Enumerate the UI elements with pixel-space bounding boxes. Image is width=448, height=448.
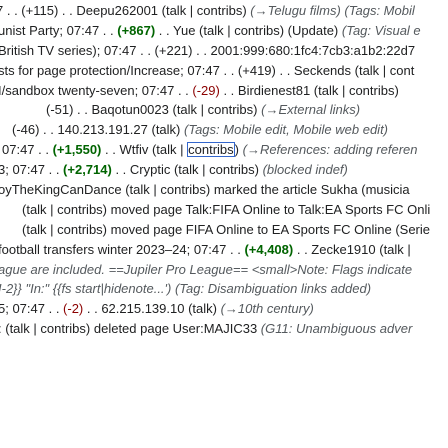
edit-summary: ague are included. ==Jupiler Pro League=… — [0, 261, 413, 277]
user-links[interactable]: (talk | contribs) — [22, 202, 107, 217]
byte-change: (+4,408) — [244, 241, 294, 257]
change-entry: (-51) . . Baqotun0023 (talk | contribs) … — [0, 100, 448, 120]
byte-change: (+1,550) — [52, 142, 102, 158]
entry-text: 5; 07:47 . . — [0, 301, 64, 317]
entry-text: marked the article Sukha (musicia — [210, 182, 410, 198]
entry-text: . . Birdienest81 — [219, 82, 314, 98]
edit-summary: (Tags: Mobile edit, Mobile web edit) — [184, 122, 389, 138]
user-links[interactable]: (talk | contribs) — [199, 23, 284, 38]
entry-text: 3; 07:47 . . — [0, 162, 64, 178]
entry-text: (-51) . . Baqotun0023 — [46, 102, 173, 118]
change-entry: ague are included. ==Jupiler Pro League=… — [0, 260, 448, 280]
entry-text: (-46) . . 140.213.191.27 — [12, 122, 152, 138]
user-links[interactable]: (talk | contribs) — [22, 222, 107, 237]
entry-text: 7 . . — [0, 3, 18, 18]
entry-text: British TV series); 07:47 . . (+221) . .… — [0, 42, 416, 58]
entry-text: unist Party; 07:47 . . — [0, 22, 118, 38]
entry-text: (+115) — [21, 3, 59, 18]
recent-changes-log: 7 . . (+115) . . Deepu262001 (talk | con… — [0, 1, 448, 339]
byte-change: (-29) — [192, 82, 220, 98]
change-entry: football transfers winter 2023–24; 07:47… — [0, 240, 448, 260]
entry-text: (Update) — [284, 22, 342, 38]
byte-change: (-2) — [63, 301, 84, 317]
edit-summary: (Tag: Disambiguation links added) — [171, 281, 372, 297]
entry-text: . . Deepu262001 — [58, 3, 162, 18]
user-links[interactable]: (talk | contribs) — [5, 321, 90, 336]
contribs-link[interactable]: contribs — [187, 142, 235, 158]
entry-text: . . 62.215.139.10 — [83, 301, 189, 317]
user-links[interactable]: (talk | contribs) — [174, 162, 259, 177]
entry-text: moved page Talk:FIFA Online to Talk:EA S… — [107, 201, 431, 217]
user-links[interactable]: (talk | contribs) — [125, 182, 210, 197]
entry-text: sts for page protection/Increase; 07:47 … — [0, 62, 355, 78]
change-entry: (-46) . . 140.213.191.27 (talk) (Tags: M… — [0, 120, 448, 140]
change-entry: oyTheKingCanDance (talk | contribs) mark… — [0, 180, 448, 200]
edit-summary: (Tag: Visual e — [341, 22, 421, 38]
user-links[interactable]: (talk) — [151, 122, 180, 137]
change-entry: unist Party; 07:47 . . (+867) . . Yue (t… — [0, 21, 448, 41]
byte-change: (+2,714) — [63, 162, 112, 178]
edit-summary: I-2}} "In:" {{fs start|hidenote...') — [0, 281, 172, 297]
entry-text: deleted page User:MAJIC33 — [90, 321, 261, 337]
user-links[interactable]: (talk | — [379, 242, 411, 257]
byte-change: (+867) — [117, 22, 156, 38]
edit-summary: (blocked indef) — [258, 162, 348, 178]
change-entry: British TV series); 07:47 . . (+221) . .… — [0, 41, 448, 61]
user-links[interactable]: (talk | cont — [355, 63, 415, 78]
entry-text: I/sandbox twenty-seven; 07:47 . . — [0, 82, 193, 98]
entry-text: . . Yue — [155, 22, 200, 38]
entry-text: moved page FIFA Online to EA Sports FC O… — [107, 221, 431, 237]
entry-text: football transfers winter 2023–24; 07:47… — [0, 241, 245, 257]
user-links[interactable]: (talk | — [152, 142, 187, 157]
entry-text: . . Zecke1910 — [293, 241, 380, 257]
change-entry: sts for page protection/Increase; 07:47 … — [0, 61, 448, 81]
change-entry: I-2}} "In:" {{fs start|hidenote...') (Ta… — [0, 279, 448, 299]
edit-summary: (→External links) — [257, 102, 361, 118]
change-entry: (talk | contribs) moved page FIFA Online… — [0, 220, 448, 240]
user-links[interactable]: (talk) — [188, 301, 217, 316]
entry-text: oyTheKingCanDance — [0, 182, 126, 198]
edit-summary: (→Telugu films) (Tags: Mobil — [246, 3, 415, 18]
edit-summary: (G11: Unambiguous adver — [260, 321, 413, 337]
change-entry: : (talk | contribs) deleted page User:MA… — [0, 319, 448, 339]
change-entry: I/sandbox twenty-seven; 07:47 . . (-29) … — [0, 81, 448, 101]
entry-text: . . Wtfiv — [101, 142, 152, 158]
change-entry: 07:47 . . (+1,550) . . Wtfiv (talk | con… — [0, 140, 448, 160]
entry-text: . . Cryptic — [111, 162, 174, 178]
user-links[interactable]: (talk | contribs) — [314, 83, 399, 98]
entry-text: 07:47 . . — [2, 142, 53, 158]
change-entry: 7 . . (+115) . . Deepu262001 (talk | con… — [0, 1, 448, 21]
user-links[interactable]: (talk | contribs) — [162, 3, 247, 18]
change-entry: 5; 07:47 . . (-2) . . 62.215.139.10 (tal… — [0, 299, 448, 319]
edit-summary: (→10th century) — [216, 301, 314, 317]
user-links[interactable]: (talk | contribs) — [172, 102, 257, 117]
change-entry: (talk | contribs) moved page Talk:FIFA O… — [0, 200, 448, 220]
edit-summary: (→References: adding referen — [239, 142, 418, 158]
change-entry: 3; 07:47 . . (+2,714) . . Cryptic (talk … — [0, 160, 448, 180]
